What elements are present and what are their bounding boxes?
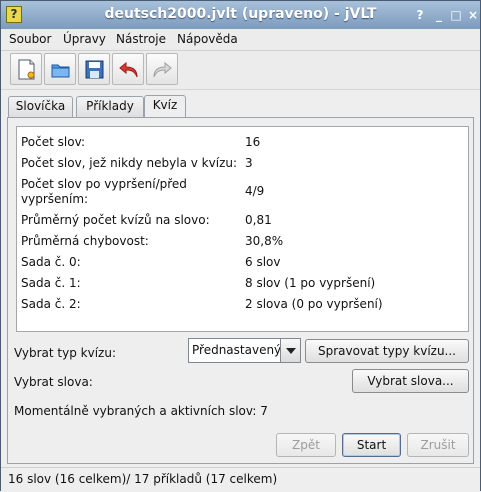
- undo-icon: [119, 61, 138, 78]
- average-quizzes-value: 0,81: [245, 213, 272, 227]
- status-bar: 16 slov (16 celkem)/ 17 příkladů (17 cel…: [1, 467, 480, 492]
- redo-icon: [153, 61, 172, 78]
- set-0-label: Sada č. 0:: [21, 255, 81, 269]
- minimize-window-button[interactable]: _: [431, 7, 447, 23]
- menu-upravy[interactable]: Úpravy: [63, 32, 106, 46]
- never-quizzed-label: Počet slov, jež nikdy nebyla v kvízu:: [21, 156, 238, 170]
- never-quizzed-value: 3: [245, 156, 253, 170]
- application-window: ? deutsch2000.jvlt (upraveno) - jVLT ? _…: [0, 0, 481, 492]
- word-count-value: 16: [245, 135, 261, 149]
- manage-quiz-types-button[interactable]: Spravovat typy kvízu...: [305, 339, 469, 363]
- quiz-panel: Počet slov: 16 Počet slov, jež nikdy neb…: [7, 117, 474, 464]
- title-bar[interactable]: ? deutsch2000.jvlt (upraveno) - jVLT ? _…: [1, 1, 480, 30]
- word-count-label: Počet slov:: [21, 135, 86, 149]
- tab-slovicka[interactable]: Slovíčka: [8, 96, 73, 117]
- set-2-value: 2 slova (0 po vypršení): [245, 297, 383, 311]
- tab-priklady[interactable]: Příklady: [76, 96, 144, 117]
- toolbar: [1, 51, 480, 90]
- undo-button[interactable]: [112, 53, 144, 85]
- statistics-box: Počet slov: 16 Počet slov, jež nikdy neb…: [16, 126, 469, 332]
- expired-ratio-value: 4/9: [245, 184, 265, 198]
- quiz-type-select[interactable]: Přednastavený: [188, 338, 301, 363]
- save-button[interactable]: [78, 53, 110, 85]
- set-1-label: Sada č. 1:: [21, 276, 81, 290]
- menu-nastroje[interactable]: Nástroje: [116, 32, 166, 46]
- menu-napoveda[interactable]: Nápověda: [177, 32, 238, 46]
- average-error-rate-label: Průměrná chybovost:: [21, 234, 149, 248]
- close-window-button[interactable]: ×: [465, 7, 481, 23]
- help-window-button[interactable]: ?: [412, 7, 428, 23]
- tab-kviz[interactable]: Kvíz: [144, 95, 186, 118]
- menu-bar: Soubor Úpravy Nástroje Nápověda: [1, 29, 480, 51]
- new-document-button[interactable]: [10, 53, 42, 85]
- open-folder-icon: [51, 64, 70, 78]
- chevron-down-icon[interactable]: [280, 339, 300, 362]
- cancel-button[interactable]: Zrušit: [407, 433, 469, 457]
- quiz-type-label: Vybrat typ kvízu:: [14, 346, 116, 360]
- set-0-value: 6 slov: [245, 255, 281, 269]
- expired-ratio-label: Počet slov po vypršení/před vypršením:: [21, 177, 187, 206]
- new-document-icon: [18, 59, 35, 80]
- menu-soubor[interactable]: Soubor: [9, 32, 51, 46]
- open-file-button[interactable]: [44, 53, 76, 85]
- status-text: 16 slov (16 celkem)/ 17 příkladů (17 cel…: [8, 472, 278, 486]
- back-button[interactable]: Zpět: [276, 433, 336, 457]
- redo-button[interactable]: [146, 53, 178, 85]
- maximize-window-button[interactable]: □: [448, 7, 464, 23]
- average-quizzes-label: Průměrný počet kvízů na slovo:: [21, 213, 210, 227]
- select-words-button[interactable]: Vybrat slova...: [352, 369, 469, 393]
- set-2-label: Sada č. 2:: [21, 297, 81, 311]
- start-button[interactable]: Start: [342, 433, 401, 457]
- select-words-label: Vybrat slova:: [14, 375, 93, 389]
- average-error-rate-value: 30,8%: [245, 234, 284, 248]
- set-1-value: 8 slov (1 po vypršení): [245, 276, 376, 290]
- quiz-type-value: Přednastavený: [192, 343, 282, 357]
- window-title: deutsch2000.jvlt (upraveno) - jVLT: [104, 6, 377, 22]
- active-words-count: Momentálně vybraných a aktivních slov: 7: [14, 404, 268, 418]
- save-icon: [85, 60, 104, 79]
